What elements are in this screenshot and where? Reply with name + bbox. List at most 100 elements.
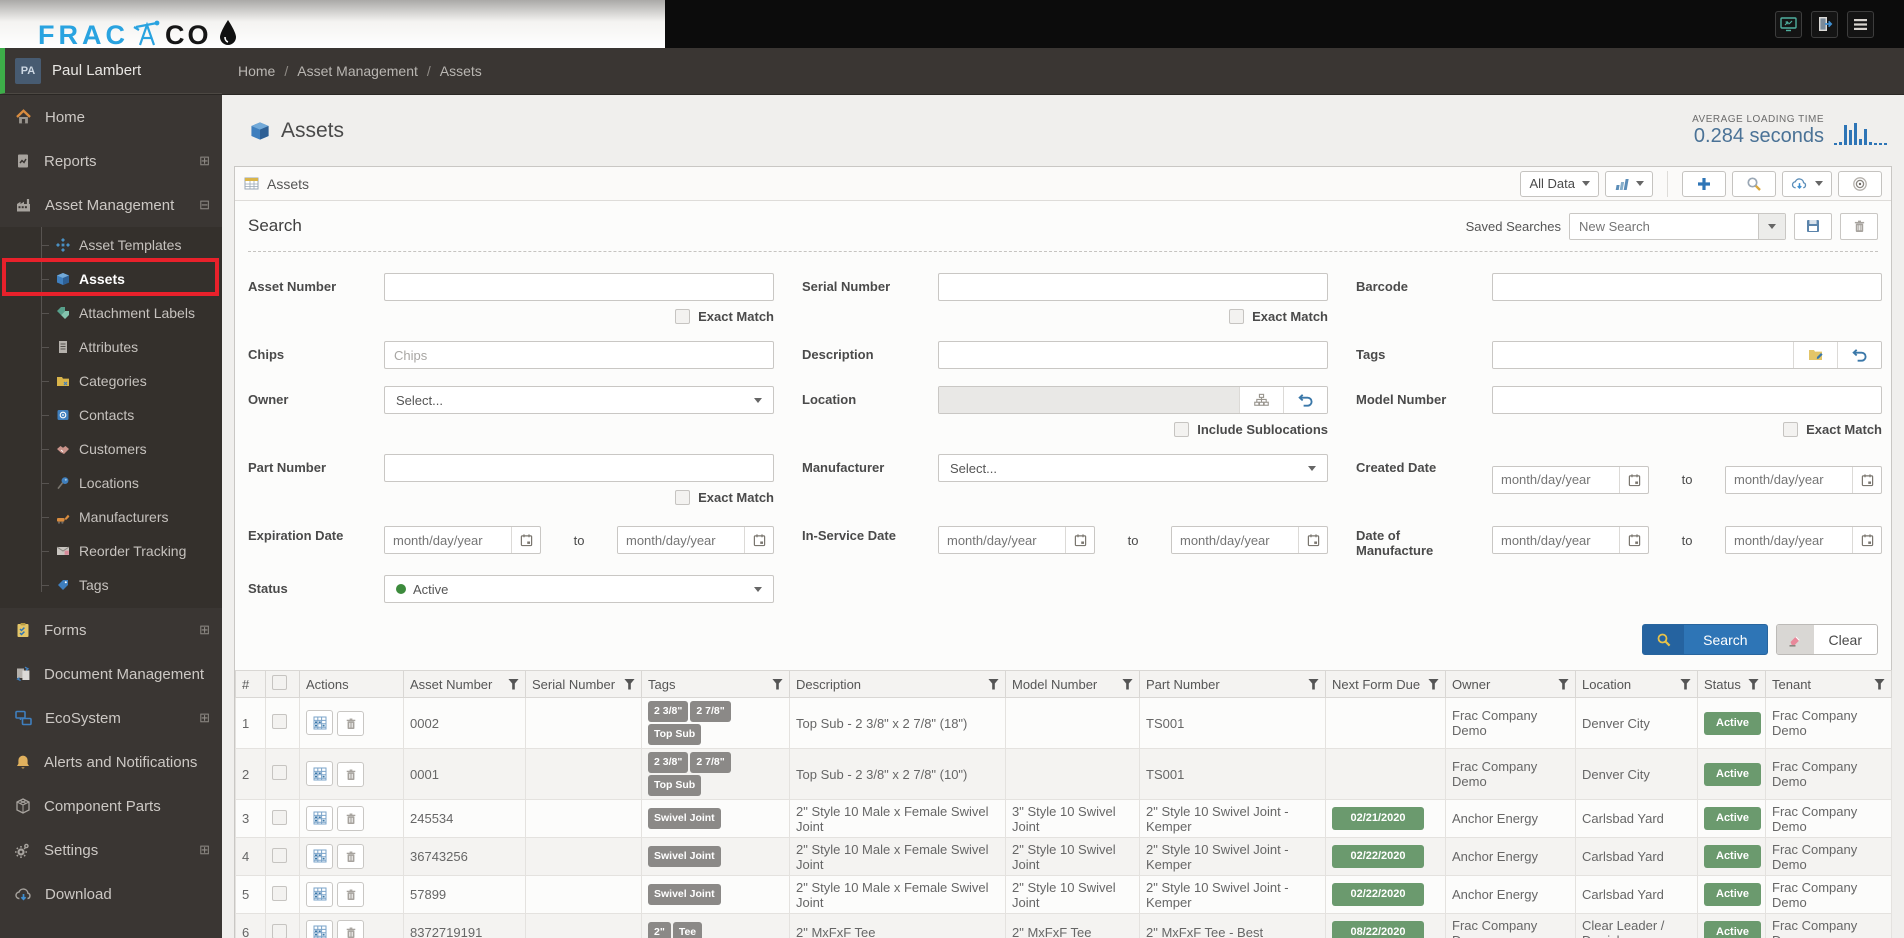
expiration-date-from-input[interactable] <box>385 527 511 553</box>
status-select[interactable]: Active <box>384 575 774 603</box>
delete-asset-button[interactable] <box>337 806 364 832</box>
all-data-dropdown[interactable]: All Data <box>1520 170 1599 197</box>
sidebar-item-ecosystem[interactable]: EcoSystem <box>0 696 222 740</box>
export-dropdown[interactable] <box>1782 170 1832 197</box>
sidebar-item-settings[interactable]: Settings <box>0 828 222 872</box>
barcode-input[interactable] <box>1492 273 1882 301</box>
delete-asset-button[interactable] <box>337 761 364 787</box>
filter-icon[interactable] <box>1874 678 1885 690</box>
calendar-icon[interactable] <box>1852 527 1881 553</box>
search-toggle-button[interactable] <box>1732 170 1776 197</box>
filter-icon[interactable] <box>508 678 519 690</box>
delete-asset-button[interactable] <box>337 710 364 736</box>
calendar-icon[interactable] <box>511 527 540 553</box>
expand-icon[interactable] <box>199 842 210 858</box>
expiration-date-to-input[interactable] <box>618 527 744 553</box>
calendar-icon[interactable] <box>1298 527 1327 553</box>
sidebar-item-locations[interactable]: Locations <box>0 466 222 500</box>
logout-button[interactable] <box>1811 10 1838 38</box>
asset-number-exact-match-checkbox[interactable] <box>675 309 691 324</box>
sidebar-item-alerts[interactable]: Alerts and Notifications <box>0 740 222 784</box>
sidebar-item-customers[interactable]: Customers <box>0 432 222 466</box>
delete-search-button[interactable] <box>1840 212 1878 240</box>
sidebar-item-document-management[interactable]: Document Management <box>0 652 222 696</box>
row-checkbox[interactable] <box>272 765 287 780</box>
include-sublocations-checkbox[interactable] <box>1174 422 1190 437</box>
calendar-icon[interactable] <box>1065 527 1094 553</box>
sidebar-item-contacts[interactable]: Contacts <box>0 398 222 432</box>
open-asset-button[interactable] <box>306 710 333 736</box>
in-service-date-from-input[interactable] <box>939 527 1065 553</box>
row-checkbox[interactable] <box>272 923 287 938</box>
collapse-icon[interactable] <box>199 197 210 213</box>
filter-icon[interactable] <box>1680 678 1691 690</box>
created-date-to-input[interactable] <box>1726 466 1852 493</box>
sidebar-item-categories[interactable]: Categories <box>0 364 222 398</box>
serial-number-exact-match-checkbox[interactable] <box>1229 309 1245 324</box>
chart-options-dropdown[interactable] <box>1605 170 1653 197</box>
delete-asset-button[interactable] <box>337 920 364 938</box>
sidebar-item-tags[interactable]: Tags <box>0 568 222 602</box>
save-search-button[interactable] <box>1794 212 1832 240</box>
sidebar-item-asset-templates[interactable]: Asset Templates <box>0 228 222 262</box>
user-menu[interactable]: PA Paul Lambert <box>0 48 222 94</box>
row-checkbox[interactable] <box>272 714 287 729</box>
model-number-exact-match-checkbox[interactable] <box>1783 422 1799 437</box>
sidebar-item-download[interactable]: Download <box>0 872 222 916</box>
menu-button[interactable] <box>1847 10 1874 38</box>
manufacturer-select[interactable]: Select... <box>938 454 1328 482</box>
screen-share-button[interactable] <box>1775 10 1802 38</box>
location-reset-button[interactable] <box>1283 387 1327 413</box>
owner-select[interactable]: Select... <box>384 386 774 414</box>
asset-number-input[interactable] <box>384 273 774 301</box>
delete-asset-button[interactable] <box>337 882 364 908</box>
calendar-icon[interactable] <box>744 527 773 553</box>
row-checkbox[interactable] <box>272 885 287 901</box>
select-all-checkbox[interactable] <box>272 675 287 690</box>
sidebar-item-home[interactable]: Home <box>0 95 222 139</box>
sidebar-item-component-parts[interactable]: Component Parts <box>0 784 222 828</box>
description-input[interactable] <box>938 341 1328 369</box>
filter-icon[interactable] <box>772 678 783 690</box>
sidebar-item-reorder-tracking[interactable]: Reorder Tracking <box>0 534 222 568</box>
model-number-input[interactable] <box>1492 386 1882 414</box>
open-asset-button[interactable] <box>306 881 333 907</box>
calendar-icon[interactable] <box>1619 527 1648 553</box>
sidebar-item-attachment-labels[interactable]: Attachment Labels <box>0 296 222 330</box>
tags-reset-button[interactable] <box>1837 342 1881 368</box>
filter-icon[interactable] <box>1748 678 1759 690</box>
search-button[interactable]: Search <box>1642 624 1768 655</box>
views-button[interactable] <box>1838 170 1882 197</box>
clear-button[interactable]: Clear <box>1775 624 1878 655</box>
sidebar-item-asset-management[interactable]: Asset Management <box>0 183 222 227</box>
sidebar-item-reports[interactable]: Reports <box>0 139 222 183</box>
expand-icon[interactable] <box>199 622 210 638</box>
breadcrumb-asset-management[interactable]: Asset Management <box>297 63 418 79</box>
tags-input[interactable] <box>1493 342 1793 368</box>
created-date-from-input[interactable] <box>1493 466 1619 493</box>
part-number-input[interactable] <box>384 454 774 482</box>
sidebar-item-attributes[interactable]: Attributes <box>0 330 222 364</box>
delete-asset-button[interactable] <box>337 844 364 870</box>
sidebar-item-assets[interactable]: Assets <box>0 262 222 296</box>
calendar-icon[interactable] <box>1619 466 1648 493</box>
filter-icon[interactable] <box>988 678 999 690</box>
saved-search-input[interactable] <box>1570 213 1758 239</box>
manufacture-date-from-input[interactable] <box>1493 527 1619 553</box>
breadcrumb-home[interactable]: Home <box>238 63 275 79</box>
add-asset-button[interactable] <box>1682 170 1726 197</box>
calendar-icon[interactable] <box>1852 466 1881 493</box>
filter-icon[interactable] <box>624 678 635 690</box>
open-asset-button[interactable] <box>306 843 333 869</box>
chips-input[interactable] <box>384 341 774 369</box>
expand-icon[interactable] <box>199 153 210 169</box>
filter-icon[interactable] <box>1558 678 1569 690</box>
location-tree-button[interactable] <box>1239 387 1283 413</box>
row-checkbox[interactable] <box>272 847 287 863</box>
filter-icon[interactable] <box>1308 678 1319 690</box>
sidebar-item-forms[interactable]: Forms <box>0 608 222 652</box>
tags-browse-button[interactable] <box>1793 342 1837 368</box>
manufacture-date-to-input[interactable] <box>1726 527 1852 553</box>
part-number-exact-match-checkbox[interactable] <box>675 490 691 505</box>
open-asset-button[interactable] <box>306 761 333 787</box>
